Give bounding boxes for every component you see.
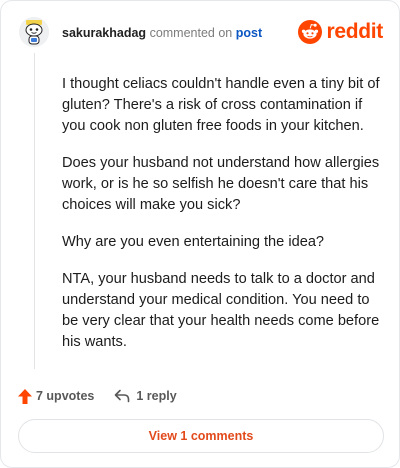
upvote-arrow-icon: [18, 388, 32, 404]
comment-paragraph: I thought celiacs couldn't handle even a…: [62, 76, 380, 134]
reply-count: 1 reply: [136, 389, 177, 403]
comment-actions: 7 upvotes 1 reply: [18, 386, 177, 406]
post-link[interactable]: post: [236, 26, 262, 40]
comment-body: I thought celiacs couldn't handle even a…: [62, 74, 384, 369]
username-link[interactable]: sakurakhadag: [62, 26, 146, 40]
reddit-wordmark: reddit: [326, 20, 383, 43]
reddit-logo[interactable]: reddit: [298, 19, 383, 45]
reply-button[interactable]: 1 reply: [114, 389, 177, 403]
commented-on-text: commented on: [149, 26, 233, 40]
view-comments-button[interactable]: View 1 comments: [18, 419, 384, 453]
upvote-count: 7 upvotes: [36, 389, 95, 403]
comment-paragraph: Does your husband not understand how all…: [62, 155, 380, 213]
thread-line[interactable]: [34, 53, 35, 369]
reddit-alien-icon: [298, 20, 323, 44]
comment-paragraph: Why are you even entertaining the idea?: [62, 234, 325, 250]
snoo-avatar-icon: [19, 17, 49, 47]
comment-header: sakurakhadag commented on post reddit: [19, 17, 383, 51]
comment-paragraph: NTA, your husband needs to talk to a doc…: [62, 271, 380, 350]
comment-card: sakurakhadag commented on post reddit I …: [0, 0, 400, 468]
user-avatar[interactable]: [19, 17, 49, 47]
upvote-button[interactable]: 7 upvotes: [18, 388, 95, 404]
reply-arrow-icon: [115, 389, 130, 403]
comment-meta: sakurakhadag commented on post: [62, 26, 262, 40]
